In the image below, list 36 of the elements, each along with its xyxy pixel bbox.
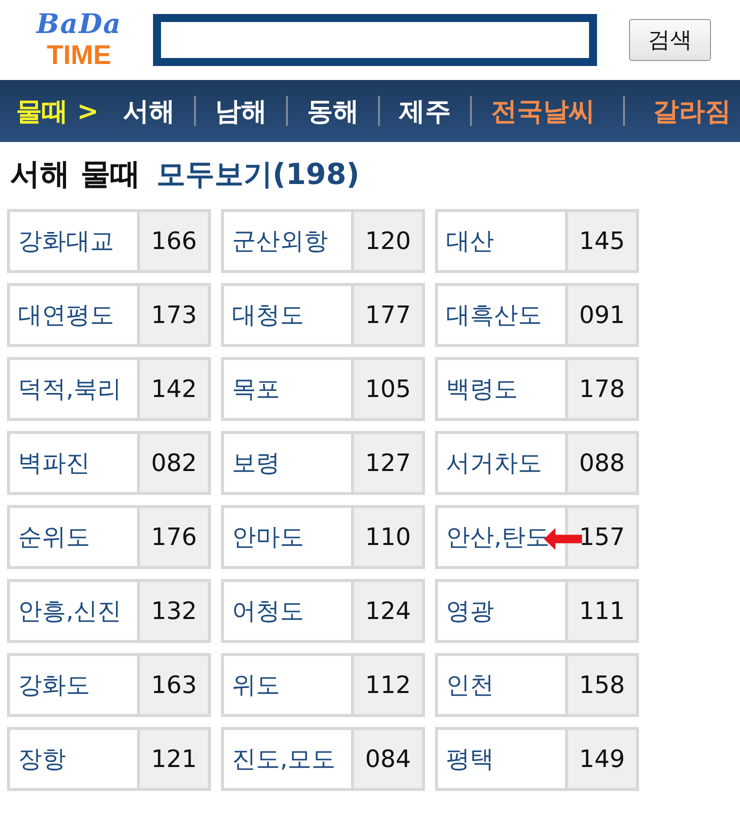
- page-title: 서해 물때: [10, 156, 140, 194]
- station-code: 112: [354, 656, 422, 714]
- station-code: 177: [354, 286, 422, 344]
- station-code: 173: [140, 286, 208, 344]
- nav-link[interactable]: 갈라짐: [652, 94, 731, 128]
- station-code: 124: [354, 582, 422, 640]
- station-code: 163: [140, 656, 208, 714]
- station-code: 084: [354, 730, 422, 788]
- station-code: 127: [354, 434, 422, 492]
- station-code: 105: [354, 360, 422, 418]
- station-code: 157: [568, 508, 636, 566]
- nav-link[interactable]: 서해: [122, 94, 175, 128]
- station-code: 158: [568, 656, 636, 714]
- logo[interactable]: BaDa TIME: [26, 9, 132, 71]
- search-field[interactable]: [153, 14, 597, 66]
- station-code: 088: [568, 434, 636, 492]
- station-code: 166: [140, 212, 208, 270]
- nav-link[interactable]: 제주: [398, 94, 451, 128]
- station-code: 178: [568, 360, 636, 418]
- station-code: 145: [568, 212, 636, 270]
- station-code: 082: [140, 434, 208, 492]
- station-code: 176: [140, 508, 208, 566]
- station-code: 132: [140, 582, 208, 640]
- view-all-link[interactable]: 모두보기(198): [156, 155, 360, 195]
- station-code: 149: [568, 730, 636, 788]
- station-code: 091: [568, 286, 636, 344]
- station-code: 111: [568, 582, 636, 640]
- station-code: 121: [140, 730, 208, 788]
- nav-link[interactable]: 물때 >: [16, 94, 99, 128]
- nav-link[interactable]: 동해: [306, 94, 359, 128]
- nav-link[interactable]: 전국날씨: [490, 94, 595, 128]
- station-code: 142: [140, 360, 208, 418]
- search-button[interactable]: 검색: [629, 19, 711, 61]
- nav-link[interactable]: 남해: [214, 94, 267, 128]
- station-code: 110: [354, 508, 422, 566]
- station-code: 120: [354, 212, 422, 270]
